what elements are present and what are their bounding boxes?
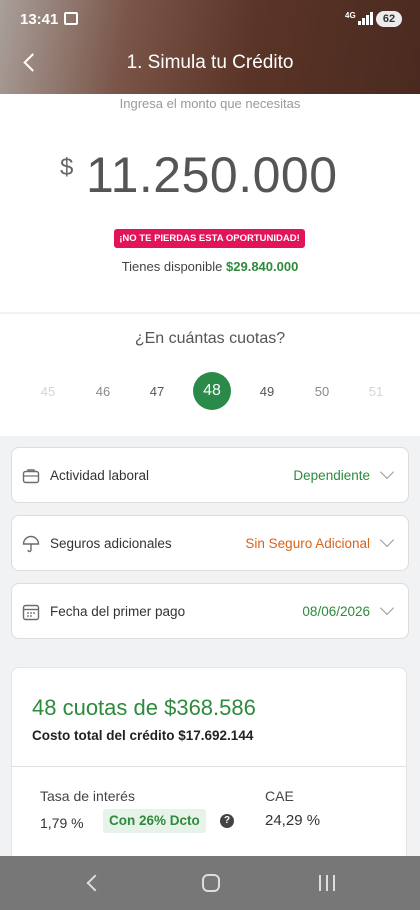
amount-input[interactable]: 11.250.000 [86, 146, 338, 204]
clock: 13:41 [20, 11, 59, 28]
fecha-primer-pago-select[interactable]: Fecha del primer pago 08/06/2026 [11, 583, 409, 639]
amount-hint: Ingresa el monto que necesitas [119, 96, 301, 111]
option-label: Fecha del primer pago [50, 604, 186, 619]
cuotas-question: ¿En cuántas cuotas? [134, 330, 286, 347]
umbrella-icon [22, 535, 40, 553]
available-amount: Tienes disponible $29.840.000 [0, 259, 420, 274]
cuota-option[interactable]: 46 [83, 384, 123, 399]
actividad-laboral-select[interactable]: Actividad laboral Dependiente [11, 447, 409, 503]
cuotas-selector: ¿En cuántas cuotas? 45 46 47 48 49 50 51 [0, 314, 420, 436]
cuota-option[interactable]: 49 [247, 384, 287, 399]
option-value: 08/06/2026 [302, 604, 370, 619]
interest-rate-value: 1,79 % [40, 815, 84, 831]
option-label: Seguros adicionales [50, 536, 172, 551]
page-title: 1. Simula tu Crédito [126, 52, 294, 73]
app-header: 13:41 4G 62 1. Simula tu Crédito [0, 0, 420, 94]
status-bar: 13:41 4G 62 [0, 0, 420, 38]
amount-card: Ingresa el monto que necesitas $ 11.250.… [0, 94, 420, 312]
nav-back-icon[interactable] [86, 874, 104, 892]
option-value: Sin Seguro Adicional [245, 536, 370, 551]
discount-badge: Con 26% Dcto [103, 809, 206, 833]
calendar-icon [22, 604, 40, 621]
briefcase-icon [22, 469, 40, 484]
screenshot-icon [64, 12, 78, 25]
option-value: Dependiente [293, 468, 370, 483]
signal-icon [358, 12, 373, 25]
cae-value: 24,29 % [265, 812, 321, 829]
cuota-option[interactable]: 47 [137, 384, 177, 399]
divider [12, 766, 406, 767]
nav-home-icon[interactable] [202, 874, 220, 892]
promo-badge: ¡NO TE PIERDAS ESTA OPORTUNIDAD! [114, 229, 305, 248]
help-icon[interactable]: ? [220, 814, 234, 828]
chevron-down-icon [379, 464, 395, 480]
option-label: Actividad laboral [50, 468, 150, 483]
seguros-adicionales-select[interactable]: Seguros adicionales Sin Seguro Adicional [11, 515, 409, 571]
cuota-option[interactable]: 50 [302, 384, 342, 399]
available-label: Tienes disponible [121, 259, 223, 274]
installment-headline: 48 cuotas de $368.586 [32, 695, 256, 720]
credit-summary-card: 48 cuotas de $368.586 Costo total del cr… [11, 667, 407, 867]
chevron-down-icon [379, 532, 395, 548]
network-type: 4G [345, 11, 356, 20]
cae-label: CAE [265, 788, 294, 804]
cuota-option[interactable]: 45 [28, 384, 68, 399]
cuota-option[interactable]: 51 [356, 384, 396, 399]
available-value: $29.840.000 [226, 259, 299, 274]
system-nav-bar [0, 856, 420, 910]
battery-indicator: 62 [376, 11, 402, 27]
nav-recent-apps-icon[interactable] [318, 875, 336, 891]
interest-rate-label: Tasa de interés [40, 788, 135, 804]
chevron-down-icon [379, 600, 395, 616]
currency-symbol: $ [60, 154, 74, 181]
cuota-option-selected[interactable]: 48 [193, 372, 231, 410]
total-cost: Costo total del crédito $17.692.144 [32, 728, 254, 743]
